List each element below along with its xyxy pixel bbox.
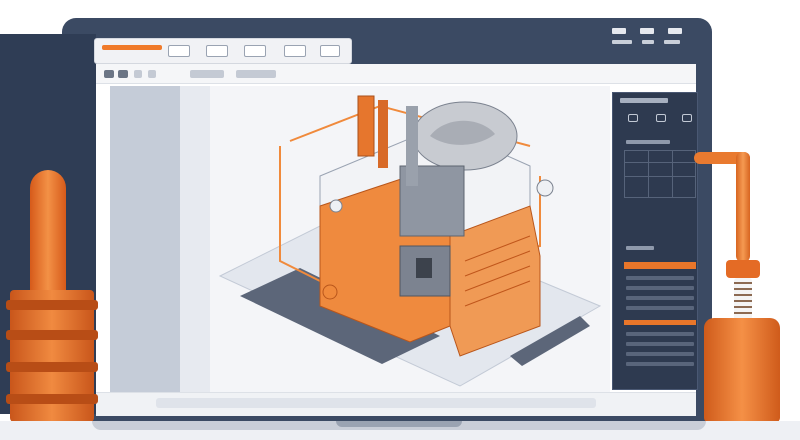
close-icon[interactable] xyxy=(668,28,682,34)
stack-ring xyxy=(6,394,98,404)
stack-ring xyxy=(6,362,98,372)
laptop-base-notch xyxy=(336,421,462,427)
panel-row[interactable] xyxy=(626,362,694,366)
grid-line xyxy=(624,162,696,163)
toolbar-button-4[interactable] xyxy=(148,70,156,78)
pipe-right-vertical xyxy=(736,152,750,262)
orange-column xyxy=(357,95,375,157)
shapes-icon[interactable] xyxy=(320,45,340,57)
toolbar-button-3[interactable] xyxy=(134,70,142,78)
panel-row[interactable] xyxy=(626,306,694,310)
panel-title xyxy=(620,98,668,103)
maximize-icon[interactable] xyxy=(640,28,654,34)
panel-label xyxy=(626,140,670,144)
grid-icon[interactable] xyxy=(656,114,666,122)
panel-row[interactable] xyxy=(626,296,694,300)
image-icon[interactable] xyxy=(206,45,228,57)
toolbar-button-5[interactable] xyxy=(190,70,224,78)
toolbar xyxy=(96,64,696,84)
machine-illustration[interactable] xyxy=(210,86,610,392)
valve-right xyxy=(536,179,554,197)
grid-line xyxy=(624,176,696,177)
panel-row[interactable] xyxy=(626,276,694,280)
base-right xyxy=(704,318,780,422)
laptop-scene xyxy=(0,0,800,440)
user-icon[interactable] xyxy=(664,40,680,44)
shapes-icon[interactable] xyxy=(284,45,306,57)
pipe-left xyxy=(30,170,66,290)
panel-label xyxy=(626,246,654,250)
spring-decoration xyxy=(734,278,752,322)
eye-icon[interactable] xyxy=(682,114,692,122)
layers-icon[interactable] xyxy=(244,45,266,57)
toolbar-button-1[interactable] xyxy=(104,70,114,78)
grid-line xyxy=(648,150,649,198)
timeline-track[interactable] xyxy=(156,398,596,408)
valve-right-decoration xyxy=(726,260,760,278)
toolbar-button-2[interactable] xyxy=(118,70,128,78)
panel-section-header[interactable] xyxy=(624,262,696,269)
panel-row[interactable] xyxy=(626,332,694,336)
panel-section-header[interactable] xyxy=(624,320,696,325)
sidebar-secondary xyxy=(180,86,210,392)
stack-ring xyxy=(6,330,98,340)
valve-bottom xyxy=(322,284,338,300)
sidebar-rail xyxy=(110,86,180,392)
orange-column-2 xyxy=(378,100,388,168)
menu-icon[interactable] xyxy=(612,40,632,44)
document-icon[interactable] xyxy=(168,45,190,57)
grey-column xyxy=(406,106,418,186)
panel-row[interactable] xyxy=(626,342,694,346)
panel-grid[interactable] xyxy=(624,150,696,198)
block-slot xyxy=(416,258,432,278)
stack-ring xyxy=(6,300,98,310)
minimize-icon[interactable] xyxy=(612,28,626,34)
valve-left xyxy=(329,199,343,213)
grid-line xyxy=(672,150,673,198)
panel-row[interactable] xyxy=(626,286,694,290)
rotate-icon[interactable] xyxy=(628,114,638,122)
toolbar-button-6[interactable] xyxy=(236,70,276,78)
panel-row[interactable] xyxy=(626,352,694,356)
tab-active-indicator xyxy=(102,45,162,50)
settings-icon[interactable] xyxy=(642,40,654,44)
